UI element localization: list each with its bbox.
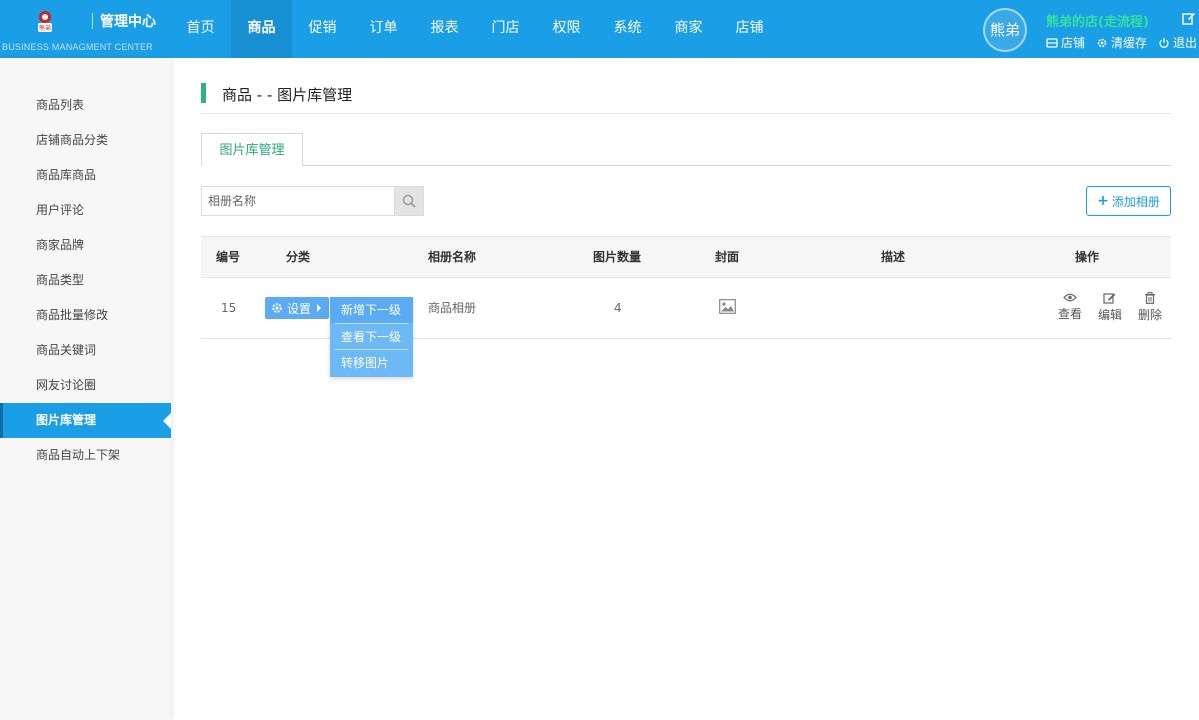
sidebar-item-gallery[interactable]: 图片库管理	[0, 403, 171, 438]
main-nav: 首页 商品 促销 订单 报表 门店 权限 系统 商家 店铺	[170, 0, 780, 58]
cover-image-icon[interactable]	[719, 299, 736, 314]
sidebar-item-brands[interactable]: 商家品牌	[0, 228, 171, 263]
center-subtitle: BUSINESS MANAGMENT CENTER	[2, 42, 153, 52]
nav-merchants[interactable]: 商家	[658, 0, 719, 58]
menu-item-move-images[interactable]: 转移图片	[330, 350, 413, 376]
logo-text: 熊弟	[39, 24, 51, 32]
clear-cache-link[interactable]: 清缓存	[1096, 34, 1147, 51]
nav-home[interactable]: 首页	[170, 0, 231, 58]
search-button[interactable]	[394, 186, 424, 216]
sidebar-item-goods-types[interactable]: 商品类型	[0, 263, 171, 298]
col-image-count: 图片数量	[593, 250, 642, 264]
settings-label: 设置	[287, 301, 312, 316]
col-category: 分类	[286, 250, 311, 264]
avatar[interactable]: 熊弟	[983, 8, 1027, 52]
title-divider	[201, 113, 1171, 114]
nav-shop[interactable]: 店铺	[719, 0, 780, 58]
sidebar-item-discussion[interactable]: 网友讨论圈	[0, 368, 171, 403]
nav-system[interactable]: 系统	[597, 0, 658, 58]
top-bar: 熊弟 管理中心 BUSINESS MANAGMENT CENTER 首页 商品 …	[0, 0, 1199, 58]
settings-dropdown: 新增下一级 查看下一级 转移图片	[330, 297, 413, 377]
sidebar-item-goods-list[interactable]: 商品列表	[0, 88, 171, 123]
gear-icon	[272, 303, 282, 313]
tab-gallery[interactable]: 图片库管理	[201, 133, 303, 166]
col-id: 编号	[216, 250, 241, 264]
caret-right-icon	[317, 304, 322, 312]
col-cover: 封面	[715, 250, 740, 264]
cell-id: 15	[221, 301, 237, 315]
power-icon	[1159, 37, 1169, 48]
eye-icon	[1063, 293, 1077, 302]
col-description: 描述	[881, 250, 906, 264]
nav-reports[interactable]: 报表	[414, 0, 475, 58]
sidebar-item-batch-edit[interactable]: 商品批量修改	[0, 298, 171, 333]
logout-label: 退出	[1173, 36, 1198, 50]
store-icon	[1046, 37, 1058, 48]
plus-icon: +	[1097, 193, 1109, 209]
cell-album-name: 商品相册	[428, 301, 477, 315]
clear-cache-label: 清缓存	[1111, 36, 1148, 50]
add-album-button[interactable]: + 添加相册	[1086, 186, 1171, 216]
settings-button[interactable]: 设置	[265, 297, 329, 319]
top-actions: 店铺 清缓存 退出	[1046, 34, 1199, 51]
edit-label: 编辑	[1097, 308, 1122, 322]
sidebar-item-gallery-label: 图片库管理	[36, 413, 97, 427]
view-label: 查看	[1057, 307, 1082, 321]
delete-button[interactable]: 删除	[1135, 292, 1165, 323]
sidebar-item-auto-shelf[interactable]: 商品自动上下架	[0, 438, 171, 473]
edit-icon	[1103, 293, 1116, 304]
sidebar-item-keywords[interactable]: 商品关键词	[0, 333, 171, 368]
tab-underline-cover	[202, 165, 302, 166]
delete-label: 删除	[1137, 308, 1162, 322]
search-icon	[402, 194, 416, 208]
sidebar-item-shop-category[interactable]: 店铺商品分类	[0, 123, 171, 158]
sidebar: 商品列表 店铺商品分类 商品库商品 用户评论 商家品牌 商品类型 商品批量修改 …	[0, 58, 171, 720]
add-album-label: 添加相册	[1111, 194, 1160, 209]
menu-item-view-sublevel[interactable]: 查看下一级	[330, 324, 413, 350]
page-title: 商品 - - 图片库管理	[222, 86, 353, 104]
menu-item-add-sublevel[interactable]: 新增下一级	[330, 297, 413, 323]
sidebar-item-goods-library[interactable]: 商品库商品	[0, 158, 171, 193]
edit-icon[interactable]	[1182, 11, 1196, 25]
nav-goods[interactable]: 商品	[231, 0, 292, 58]
nav-orders[interactable]: 订单	[353, 0, 414, 58]
view-button[interactable]: 查看	[1055, 292, 1085, 322]
logo-separator	[92, 13, 93, 29]
gear-icon	[1097, 38, 1107, 47]
active-indicator	[163, 413, 171, 429]
cell-image-count: 4	[614, 301, 622, 315]
tab-divider	[201, 165, 1171, 166]
sidebar-item-user-reviews[interactable]: 用户评论	[0, 193, 171, 228]
shop-name[interactable]: 熊弟的店(走流程)	[1046, 11, 1149, 30]
col-actions: 操作	[1075, 250, 1100, 264]
logo-icon[interactable]: 熊弟	[30, 8, 60, 38]
nav-permissions[interactable]: 权限	[536, 0, 597, 58]
table-header: 编号 分类 相册名称 图片数量 封面 描述 操作	[201, 236, 1171, 278]
logout-link[interactable]: 退出	[1158, 34, 1197, 51]
nav-promotion[interactable]: 促销	[292, 0, 353, 58]
album-search-input[interactable]	[201, 186, 395, 216]
center-title: 管理中心	[100, 14, 156, 30]
nav-stores[interactable]: 门店	[475, 0, 536, 58]
trash-icon	[1145, 292, 1155, 304]
shop-link-label: 店铺	[1061, 36, 1086, 50]
col-album-name: 相册名称	[428, 250, 477, 264]
edit-button[interactable]: 编辑	[1095, 292, 1125, 323]
title-accent-bar	[201, 83, 206, 103]
shop-link[interactable]: 店铺	[1046, 34, 1085, 51]
